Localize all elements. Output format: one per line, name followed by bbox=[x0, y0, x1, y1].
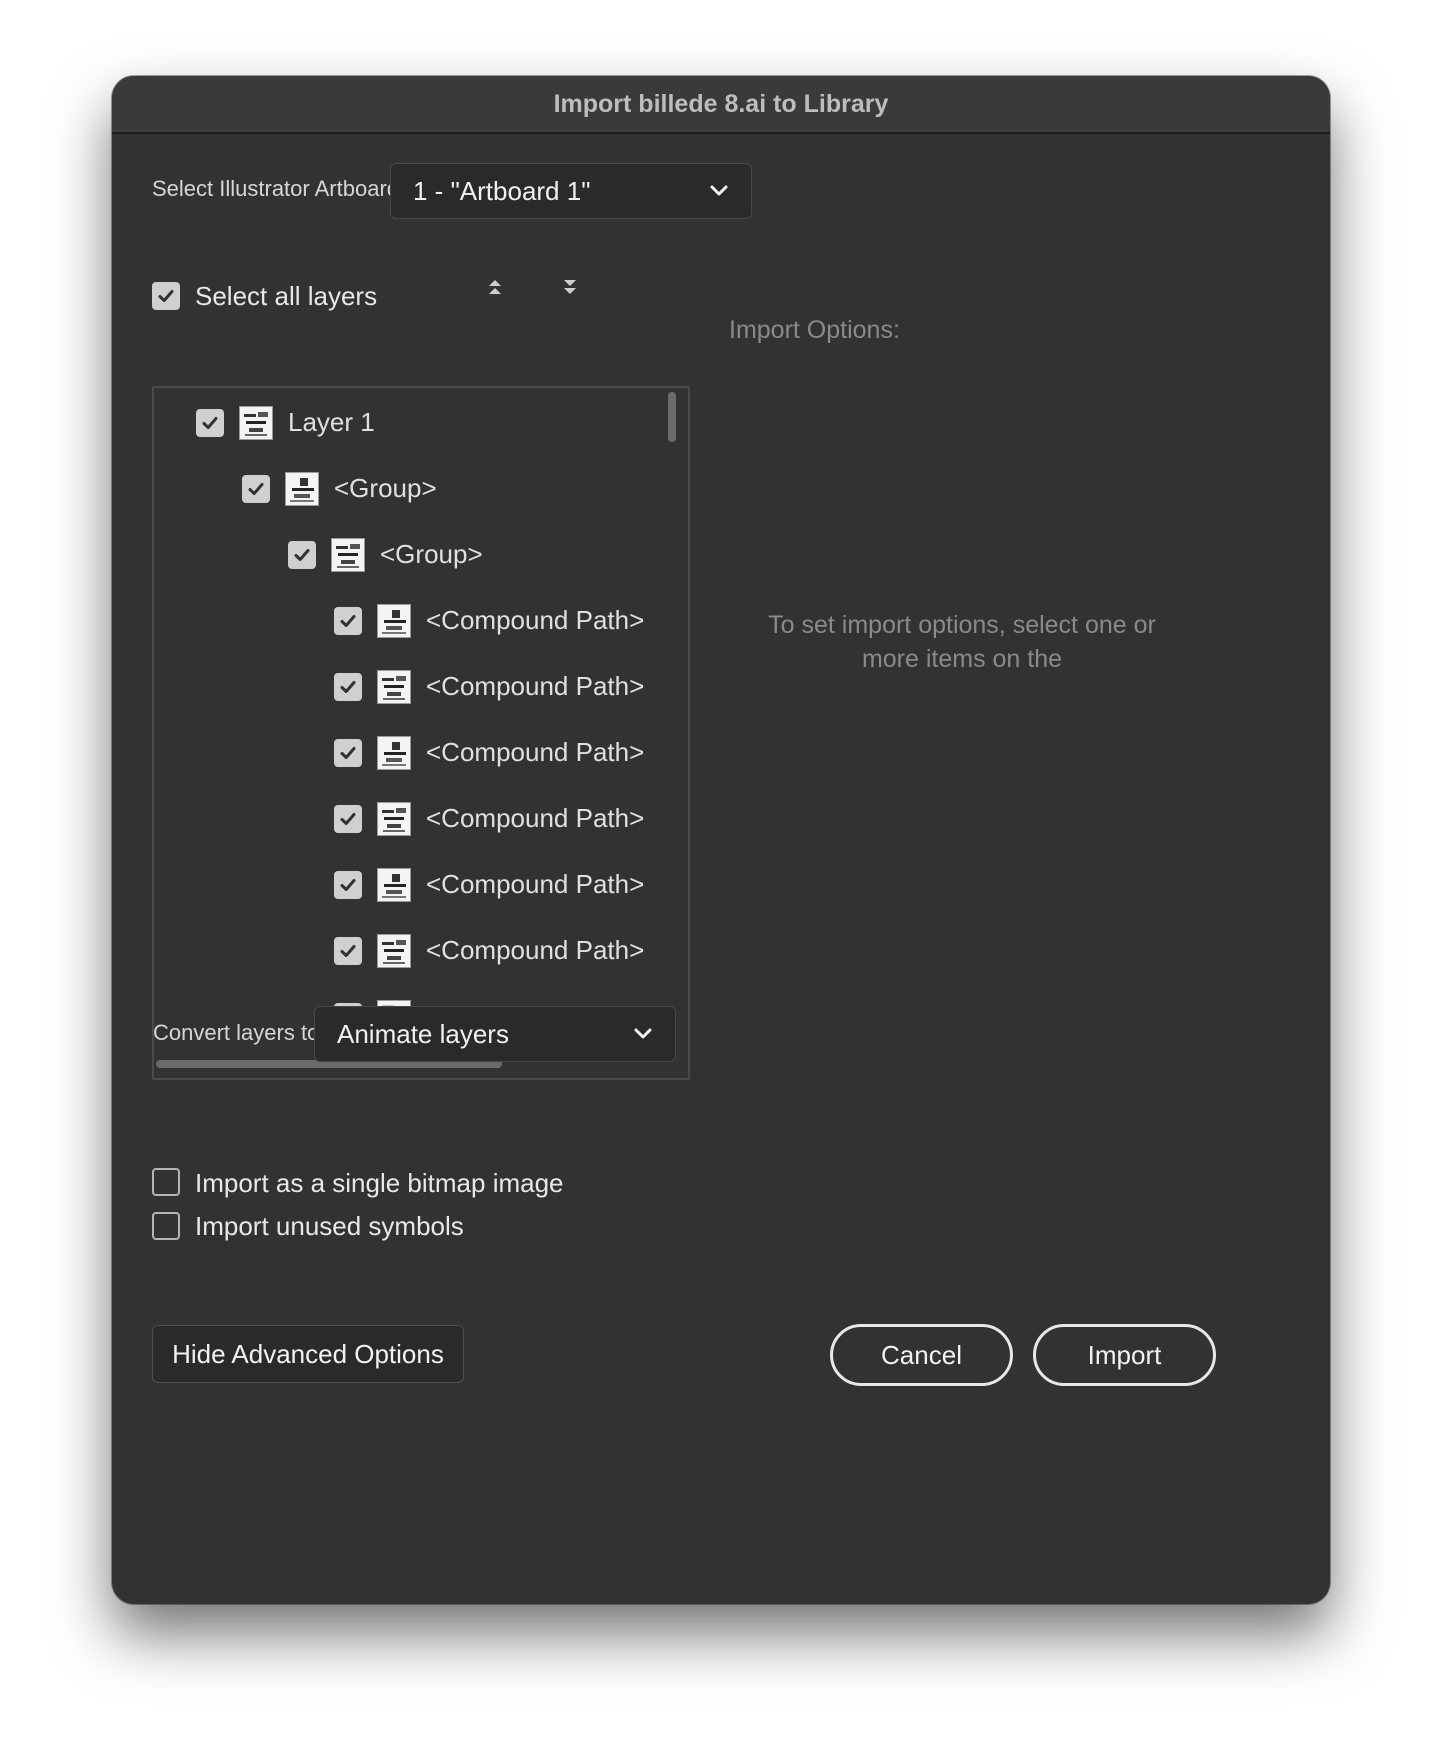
checkmark-icon bbox=[248, 483, 264, 495]
layer-checkbox[interactable] bbox=[334, 871, 362, 899]
layer-row[interactable]: <Group> bbox=[154, 535, 688, 575]
layer-checkbox[interactable] bbox=[242, 475, 270, 503]
checkmark-icon bbox=[294, 549, 310, 561]
unused-symbols-label: Import unused symbols bbox=[195, 1211, 464, 1241]
layer-checkbox[interactable] bbox=[334, 607, 362, 635]
layer-checkbox[interactable] bbox=[196, 409, 224, 437]
layer-checkbox[interactable] bbox=[334, 805, 362, 833]
layer-thumbnail-icon bbox=[377, 934, 411, 968]
layer-label: <Group> bbox=[380, 539, 483, 569]
import-options-message: To set import options, select one or mor… bbox=[768, 611, 1156, 673]
checkmark-icon bbox=[340, 615, 356, 627]
convert-layers-label: Convert layers to: bbox=[153, 1020, 326, 1045]
layer-row[interactable]: Layer 1 bbox=[154, 403, 688, 443]
dialog-title: Import billede 8.ai to Library bbox=[112, 76, 1330, 134]
layer-label: <Compound Path> bbox=[426, 869, 645, 899]
layer-row[interactable]: <Compound Path> bbox=[154, 733, 688, 773]
layer-checkbox[interactable] bbox=[334, 673, 362, 701]
layer-thumbnail-icon bbox=[377, 670, 411, 704]
layer-label: <Compound Path> bbox=[426, 671, 645, 701]
layer-label: <Compound Path> bbox=[426, 935, 645, 965]
layer-checkbox[interactable] bbox=[334, 937, 362, 965]
checkmark-icon bbox=[340, 681, 356, 693]
single-bitmap-checkbox[interactable] bbox=[152, 1168, 180, 1196]
layer-thumbnail-icon bbox=[239, 406, 273, 440]
layer-thumbnail-icon bbox=[377, 736, 411, 770]
tree-vertical-scrollbar[interactable] bbox=[668, 392, 676, 442]
select-all-label: Select all layers bbox=[195, 281, 378, 311]
layer-thumbnail-icon bbox=[331, 538, 365, 572]
layer-row[interactable]: <Compound Path> bbox=[154, 865, 688, 905]
convert-layers-dropdown[interactable]: Animate layers bbox=[314, 1006, 676, 1062]
import-button[interactable]: Import bbox=[1033, 1324, 1216, 1386]
expand-all-icon[interactable] bbox=[557, 274, 583, 300]
artboard-dropdown-value: 1 - "Artboard 1" bbox=[413, 175, 591, 206]
layer-label: Layer 1 bbox=[288, 407, 375, 437]
layer-row[interactable]: <Compound Path> bbox=[154, 667, 688, 707]
layer-checkbox[interactable] bbox=[334, 739, 362, 767]
chevron-down-icon bbox=[710, 185, 728, 196]
layer-label: <Compound Path> bbox=[426, 803, 645, 833]
unused-symbols-checkbox[interactable] bbox=[152, 1212, 180, 1240]
import-dialog: Import billede 8.ai to Library Select Il… bbox=[112, 76, 1330, 1604]
layer-tree[interactable]: Layer 1 <Group> <Group> <Compound Path> <Com… bbox=[152, 386, 690, 1080]
select-all-checkbox[interactable] bbox=[152, 282, 180, 310]
checkmark-icon bbox=[340, 945, 356, 957]
single-bitmap-label: Import as a single bitmap image bbox=[195, 1168, 564, 1198]
layer-thumbnail-icon bbox=[377, 604, 411, 638]
layer-label: <Compound Path> bbox=[426, 605, 645, 635]
checkmark-icon bbox=[158, 290, 174, 302]
layer-label: <Compound Path> bbox=[426, 737, 645, 767]
layer-row[interactable]: <Group> bbox=[154, 469, 688, 509]
hide-advanced-options-button[interactable]: Hide Advanced Options bbox=[152, 1325, 464, 1383]
artboard-dropdown[interactable]: 1 - "Artboard 1" bbox=[390, 163, 752, 219]
layer-label: <Group> bbox=[334, 473, 437, 503]
layer-row[interactable]: <Compound Path> bbox=[154, 799, 688, 839]
artboard-label: Select Illustrator Artboard: bbox=[152, 176, 406, 201]
layer-checkbox[interactable] bbox=[288, 541, 316, 569]
import-options-title: Import Options: bbox=[729, 316, 900, 344]
checkmark-icon bbox=[202, 417, 218, 429]
layer-thumbnail-icon bbox=[377, 802, 411, 836]
layer-row[interactable]: <Compound Path> bbox=[154, 601, 688, 641]
layer-thumbnail-icon bbox=[285, 472, 319, 506]
layer-thumbnail-icon bbox=[377, 868, 411, 902]
checkmark-icon bbox=[340, 879, 356, 891]
checkmark-icon bbox=[340, 813, 356, 825]
layer-row[interactable]: <Compound Path> bbox=[154, 931, 688, 971]
convert-layers-value: Animate layers bbox=[337, 1018, 509, 1049]
checkmark-icon bbox=[340, 747, 356, 759]
collapse-all-icon[interactable] bbox=[482, 274, 508, 300]
chevron-down-icon bbox=[634, 1028, 652, 1039]
cancel-button[interactable]: Cancel bbox=[830, 1324, 1013, 1386]
